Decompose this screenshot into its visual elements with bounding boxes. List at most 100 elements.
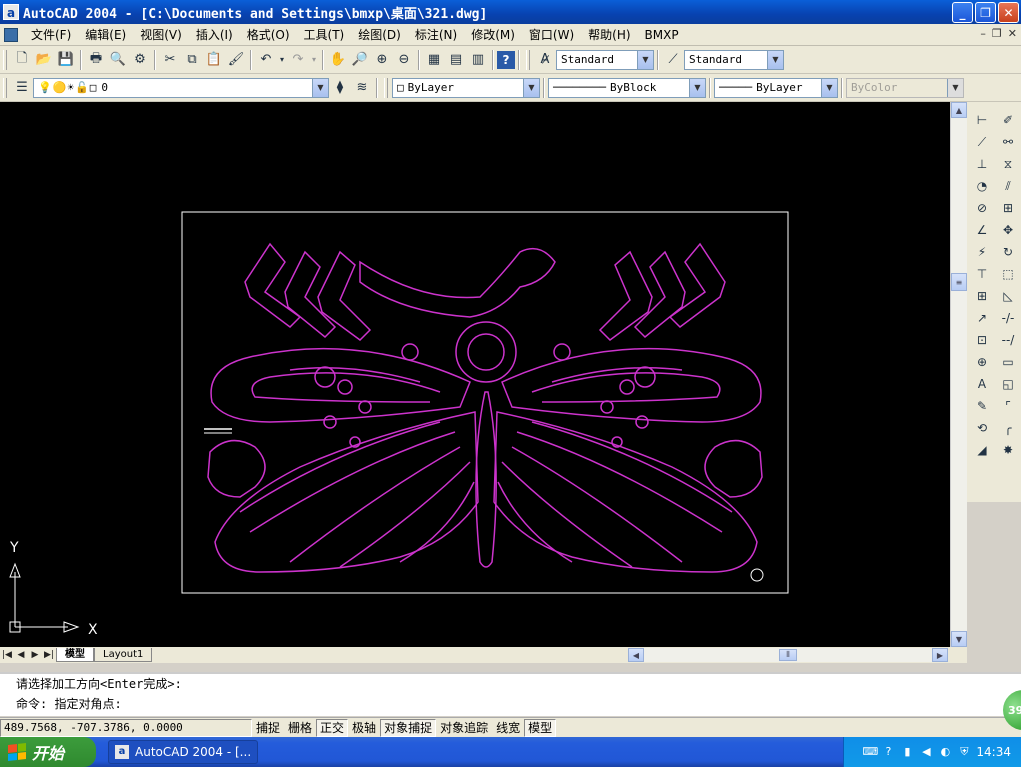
pan-realtime-icon[interactable]: ✋ [327, 49, 349, 71]
dim-style-combo[interactable]: Standard ▼ [684, 49, 784, 70]
first-tab-icon[interactable]: |◀ [0, 650, 14, 660]
menu-view[interactable]: 视图(V) [133, 26, 189, 43]
chevron-down-icon[interactable]: ▼ [821, 78, 837, 97]
new-file-icon[interactable]: 🗋 [11, 49, 33, 71]
close-button[interactable]: ✕ [998, 2, 1019, 23]
undo-icon[interactable]: ↶ [255, 49, 277, 71]
network-icon[interactable]: ◐ [938, 745, 952, 759]
quick-leader-icon[interactable]: ↗ [971, 308, 993, 328]
next-tab-icon[interactable]: ▶ [28, 650, 42, 660]
help-tray-icon[interactable]: ? [881, 745, 895, 759]
array-icon[interactable]: ⊞ [997, 198, 1019, 218]
tolerance-icon[interactable]: ⊡ [971, 330, 993, 350]
copy-icon[interactable]: ⧉ [181, 49, 203, 71]
mirror-icon[interactable]: ⧖ [997, 154, 1019, 174]
menu-insert[interactable]: 插入(I) [189, 26, 240, 43]
properties-icon[interactable]: ▦ [423, 49, 445, 71]
dim-update-icon[interactable]: ⟲ [971, 418, 993, 438]
scroll-up-icon[interactable]: ▲ [951, 102, 967, 118]
menu-file[interactable]: 文件(F) [24, 26, 78, 43]
linetype-combo[interactable]: ──────── ByBlock ▼ [548, 77, 706, 98]
offset-icon[interactable]: ⫽ [997, 176, 1019, 196]
battery-icon[interactable]: ▮ [900, 745, 914, 759]
horizontal-scrollbar[interactable]: ◀ ⦀ ▶ [628, 648, 948, 662]
menu-modify[interactable]: 修改(M) [464, 26, 522, 43]
cut-icon[interactable]: ✂ [159, 49, 181, 71]
dim-text-edit-icon[interactable]: ✎ [971, 396, 993, 416]
zoom-window-icon[interactable]: ⊕ [371, 49, 393, 71]
autocad-app-icon[interactable]: a [3, 4, 19, 20]
menu-tools[interactable]: 工具(T) [297, 26, 352, 43]
grid-toggle[interactable]: 栅格 [284, 719, 316, 737]
extend-icon[interactable]: --/ [997, 330, 1019, 350]
document-icon[interactable] [4, 27, 18, 42]
explode-icon[interactable]: ✸ [997, 440, 1019, 460]
scroll-right-icon[interactable]: ▶ [932, 648, 948, 662]
help-icon[interactable]: ? [497, 50, 515, 69]
menu-help[interactable]: 帮助(H) [581, 26, 637, 43]
dim-aligned-icon[interactable]: ⟋ [971, 132, 993, 152]
fillet-icon[interactable]: ⌜ [997, 396, 1019, 416]
menu-window[interactable]: 窗口(W) [522, 26, 581, 43]
match-properties-icon[interactable]: 🖌 [225, 49, 247, 71]
dim-diameter-icon[interactable]: ⊘ [971, 198, 993, 218]
zoom-previous-icon[interactable]: ⊖ [393, 49, 415, 71]
scroll-thumb[interactable]: ≡ [951, 273, 967, 291]
undo-dropdown-icon[interactable]: ▾ [277, 49, 287, 71]
print-preview-icon[interactable]: 🔍 [107, 49, 129, 71]
doc-minimize-button[interactable]: – [980, 27, 986, 40]
lineweight-combo[interactable]: ───── ByLayer ▼ [714, 77, 838, 98]
dim-edit-icon[interactable]: A [971, 374, 993, 394]
layer-manager-icon[interactable]: ☰ [11, 77, 33, 99]
chevron-down-icon[interactable]: ▼ [689, 78, 705, 97]
ortho-toggle[interactable]: 正交 [316, 718, 349, 737]
menu-format[interactable]: 格式(O) [240, 26, 297, 43]
trim-icon[interactable]: -/- [997, 308, 1019, 328]
chamfer-icon[interactable]: ◱ [997, 374, 1019, 394]
last-tab-icon[interactable]: ▶| [42, 650, 56, 660]
scale-icon[interactable]: ⬚ [997, 264, 1019, 284]
open-file-icon[interactable]: 📂 [33, 49, 55, 71]
rotate-icon[interactable]: ↻ [997, 242, 1019, 262]
minimize-button[interactable]: _ [952, 2, 973, 23]
design-center-icon[interactable]: ▤ [445, 49, 467, 71]
vertical-scrollbar[interactable]: ▲ ≡ ▼ [950, 102, 967, 647]
command-prompt-line[interactable]: 命令: 指定对角点: [0, 694, 1021, 714]
start-button[interactable]: 开始 [0, 737, 96, 767]
otrack-toggle[interactable]: 对象追踪 [436, 719, 492, 737]
color-combo[interactable]: □ ByLayer ▼ [392, 77, 540, 98]
copy-object-icon[interactable]: ⚯ [997, 132, 1019, 152]
break-icon[interactable]: ▭ [997, 352, 1019, 372]
osnap-toggle[interactable]: 对象捕捉 [380, 718, 437, 737]
center-mark-icon[interactable]: ⊕ [971, 352, 993, 372]
doc-restore-button[interactable]: ❐ [992, 27, 1002, 40]
drawing-canvas[interactable]: Y X [0, 102, 950, 647]
doc-close-button[interactable]: ✕ [1008, 27, 1017, 40]
coordinate-display[interactable]: 489.7568, -707.3786, 0.0000 [0, 718, 252, 737]
chevron-down-icon[interactable]: ▼ [312, 78, 328, 97]
keyboard-icon[interactable]: ⌨ [862, 745, 878, 759]
scroll-down-icon[interactable]: ▼ [951, 631, 967, 647]
publish-icon[interactable]: ⚙ [129, 49, 151, 71]
menu-bmxp[interactable]: BMXP [638, 28, 686, 42]
dim-angular-icon[interactable]: ∠ [971, 220, 993, 240]
dim-continue-icon[interactable]: ⊞ [971, 286, 993, 306]
dim-baseline-icon[interactable]: ⊤ [971, 264, 993, 284]
dim-style-icon[interactable]: ⟋ [662, 49, 684, 71]
move-icon[interactable]: ✥ [997, 220, 1019, 240]
stretch-icon[interactable]: ◺ [997, 286, 1019, 306]
make-current-layer-icon[interactable]: ⧫ [329, 77, 351, 99]
maximize-button[interactable]: ❐ [975, 2, 996, 23]
clock[interactable]: 14:34 [976, 745, 1011, 759]
quick-dim-icon[interactable]: ⚡ [971, 242, 993, 262]
prev-tab-icon[interactable]: ◀ [14, 650, 28, 660]
command-window[interactable]: 请选择加工方向<Enter完成>: 命令: 指定对角点: [0, 672, 1021, 716]
fillet-round-icon[interactable]: ╭ [997, 418, 1019, 438]
menu-edit[interactable]: 编辑(E) [78, 26, 133, 43]
redo-icon[interactable]: ↷ [287, 49, 309, 71]
dim-linear-icon[interactable]: ⊢ [971, 110, 993, 130]
menu-dimension[interactable]: 标注(N) [408, 26, 464, 43]
polar-toggle[interactable]: 极轴 [348, 719, 380, 737]
expand-tray-icon[interactable]: ◀ [919, 745, 933, 759]
chevron-down-icon[interactable]: ▼ [637, 50, 653, 69]
